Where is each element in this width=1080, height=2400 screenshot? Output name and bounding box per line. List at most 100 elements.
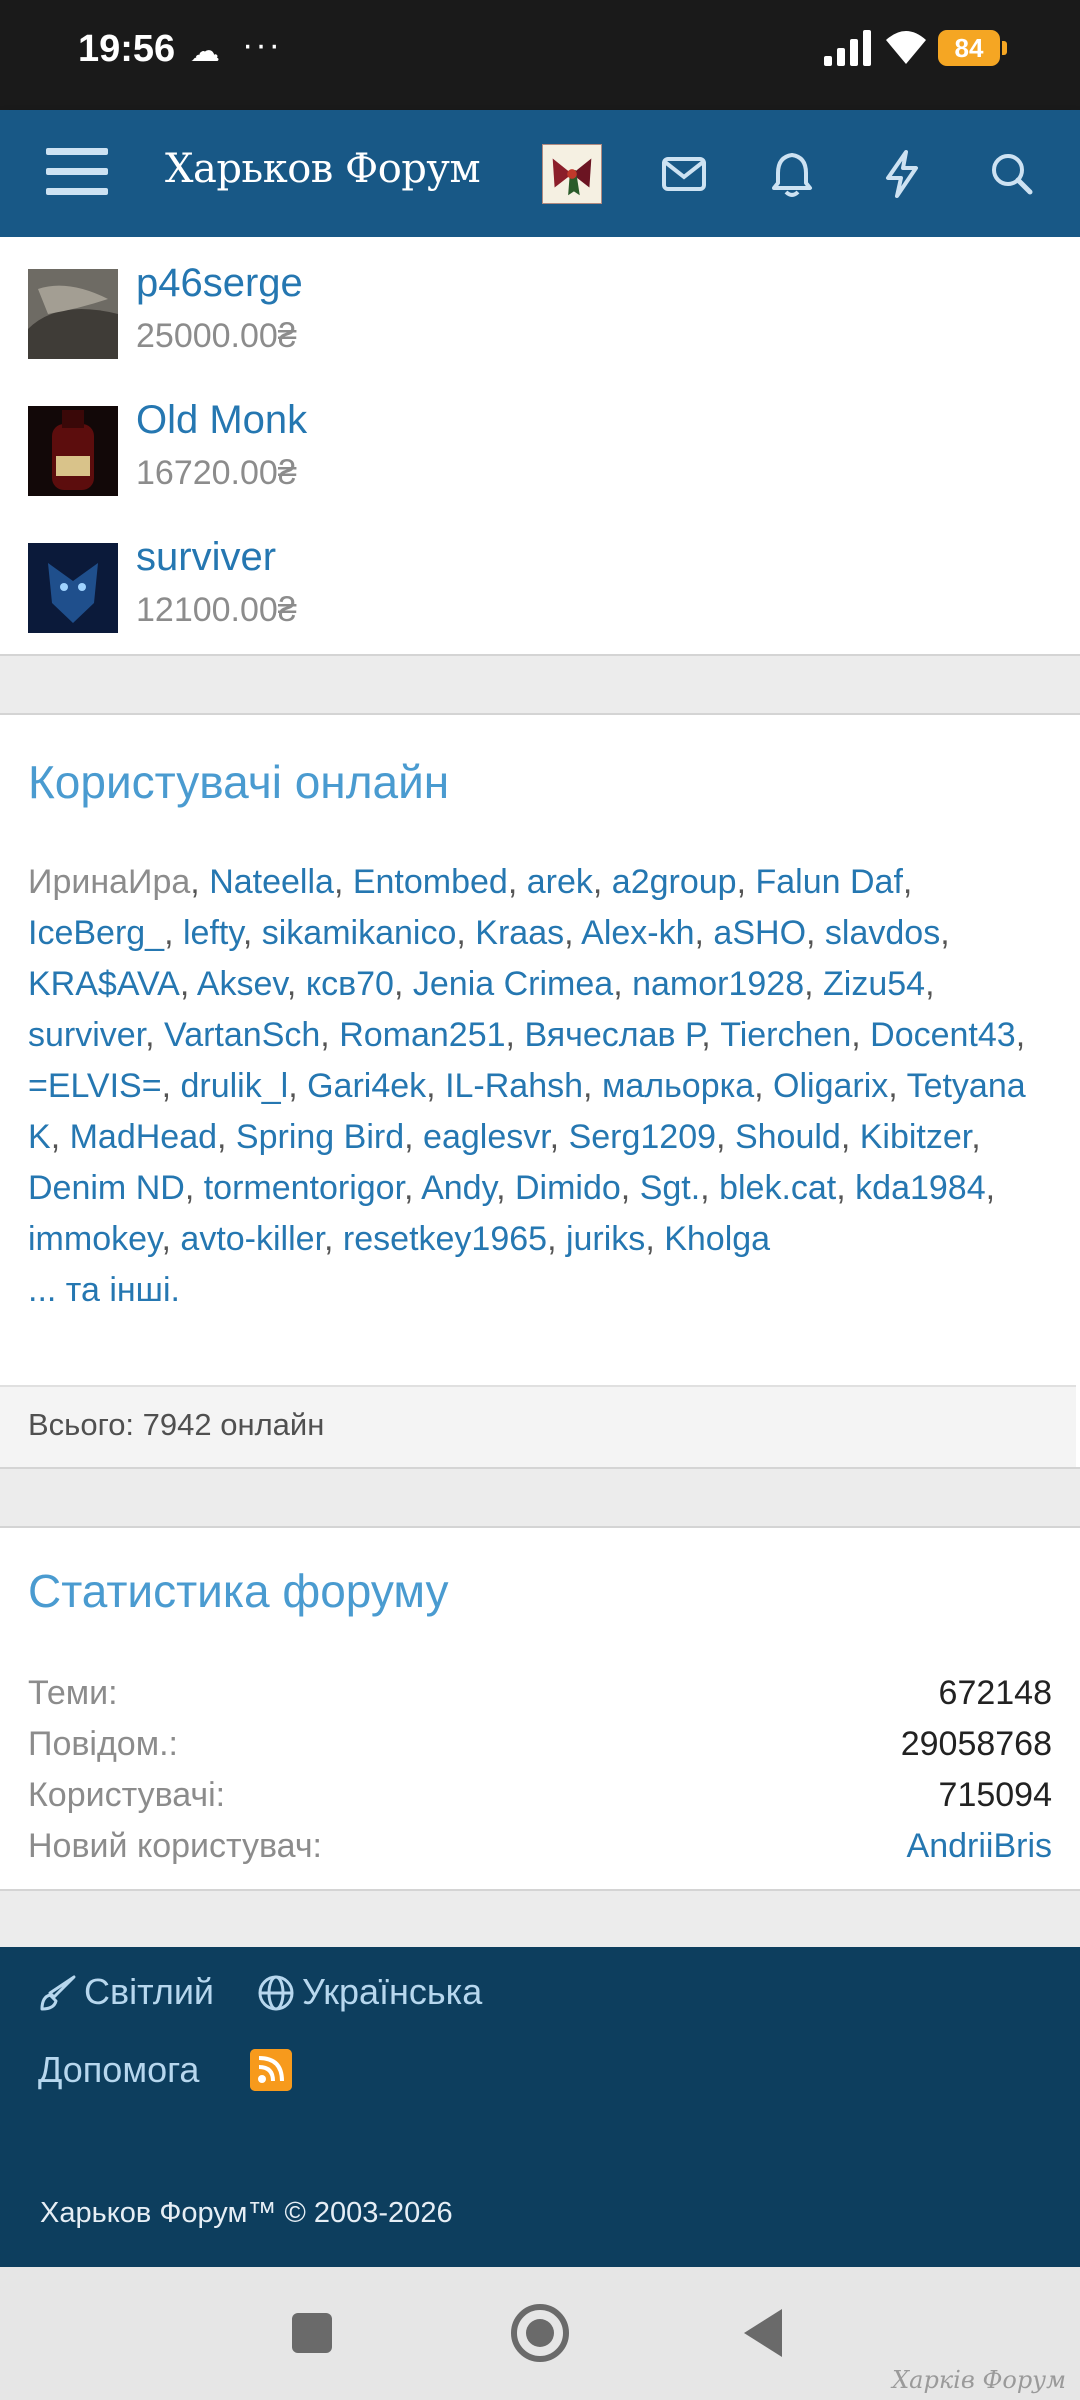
separator: , — [164, 914, 183, 952]
online-user-link[interactable]: aSHO — [713, 914, 806, 952]
rss-icon[interactable] — [250, 2049, 292, 2091]
separator: , — [50, 1118, 70, 1156]
stat-label: Повідом.: — [28, 1725, 178, 1763]
recent-apps-button[interactable] — [276, 2297, 348, 2369]
online-user-link[interactable]: Gari4ek — [307, 1067, 426, 1105]
help-link[interactable]: Допомога — [38, 2049, 199, 2091]
online-user-link[interactable]: Denim ND — [28, 1169, 185, 1207]
mail-icon[interactable] — [656, 146, 712, 202]
users-online-title[interactable]: Користувачі онлайн — [28, 755, 449, 809]
menu-icon[interactable] — [46, 148, 108, 200]
user-avatar[interactable] — [542, 144, 602, 204]
search-icon[interactable] — [984, 146, 1040, 202]
bell-icon[interactable] — [764, 146, 820, 202]
online-user-link[interactable]: lefty — [183, 914, 243, 952]
separator: , — [1015, 1016, 1026, 1054]
theme-switcher[interactable]: Світлий — [84, 1971, 214, 2013]
online-user-link[interactable]: Entombed — [353, 863, 508, 901]
member-name[interactable]: surviver — [136, 535, 276, 580]
separator: , — [496, 1169, 515, 1207]
online-user-link[interactable]: Kibitzer — [860, 1118, 972, 1156]
online-user-link[interactable]: Docent43 — [870, 1016, 1016, 1054]
separator: , — [940, 914, 950, 952]
online-user-link[interactable]: VartanSch — [164, 1016, 320, 1054]
avatar[interactable] — [28, 543, 118, 633]
separator: , — [716, 1118, 735, 1156]
separator: , — [324, 1220, 343, 1258]
separator: , — [190, 863, 210, 901]
more-users-link[interactable]: ... та інші. — [28, 1265, 1058, 1316]
online-user-link[interactable]: Dimido — [515, 1169, 621, 1207]
online-user-link[interactable]: namor1928 — [632, 965, 804, 1003]
online-user-link[interactable]: tormentorigor — [204, 1169, 404, 1207]
home-button[interactable] — [504, 2297, 576, 2369]
online-user-link[interactable]: Kholga — [664, 1220, 770, 1258]
online-user-link[interactable]: blek.cat — [719, 1169, 836, 1207]
separator: , — [404, 1118, 424, 1156]
member-name[interactable]: p46serge — [136, 261, 303, 306]
wifi-icon — [886, 31, 926, 64]
online-user-link[interactable]: =ELVIS= — [28, 1067, 162, 1105]
online-user-link[interactable]: Roman251 — [339, 1016, 505, 1054]
online-user-link[interactable]: avto-killer — [180, 1220, 324, 1258]
separator: , — [320, 1016, 340, 1054]
separator: , — [971, 1118, 981, 1156]
online-user-link[interactable]: Oligarix — [773, 1067, 888, 1105]
separator: , — [851, 1016, 871, 1054]
separator: , — [836, 1169, 856, 1207]
forum-logo[interactable]: Харьков Форум — [165, 146, 481, 192]
online-user-link[interactable]: Aksev — [197, 965, 287, 1003]
newest-user-link[interactable]: AndriiBris — [907, 1827, 1052, 1866]
online-user-link[interactable]: a2group — [612, 863, 737, 901]
online-user-link[interactable]: Nateella — [209, 863, 334, 901]
online-user-link[interactable]: Should — [735, 1118, 841, 1156]
online-user-link[interactable]: slavdos — [825, 914, 940, 952]
back-button[interactable] — [730, 2297, 802, 2369]
separator: , — [161, 1220, 181, 1258]
online-user-link[interactable]: arek — [527, 863, 593, 901]
language-switcher[interactable]: Українська — [302, 1971, 482, 2013]
separator: , — [592, 863, 612, 901]
online-user-link[interactable]: resetkey1965 — [343, 1220, 547, 1258]
lightning-icon[interactable] — [874, 146, 930, 202]
online-user-link[interactable]: Zizu54 — [823, 965, 925, 1003]
separator: , — [700, 1169, 720, 1207]
online-user-link[interactable]: surviver — [28, 1016, 145, 1054]
member-name[interactable]: Old Monk — [136, 398, 307, 443]
online-user-link[interactable]: drulik_l — [180, 1067, 288, 1105]
online-user-link[interactable]: Falun Daf — [755, 863, 902, 901]
online-user-link[interactable]: IL-Rahsh — [445, 1067, 583, 1105]
online-user-link[interactable]: kda1984 — [855, 1169, 985, 1207]
separator: , — [333, 863, 353, 901]
online-user-link[interactable]: Spring Bird — [236, 1118, 404, 1156]
online-user-link[interactable]: Sgt. — [640, 1169, 700, 1207]
online-user-link[interactable]: sikamikanico — [262, 914, 457, 952]
online-user-link[interactable]: ксв70 — [306, 965, 394, 1003]
avatar[interactable] — [28, 269, 118, 359]
separator: , — [547, 1220, 566, 1258]
online-user-link[interactable]: Jenia Crimea — [413, 965, 613, 1003]
online-user-link[interactable]: мальорка — [602, 1067, 754, 1105]
stat-row-newest-user: Новий користувач: AndriiBris — [28, 1827, 1052, 1877]
online-user-link[interactable]: IceBerg_ — [28, 914, 164, 952]
stat-row-threads: Теми: 672148 — [28, 1674, 1052, 1724]
online-user-link[interactable]: Alex-kh — [581, 914, 694, 952]
stat-row-users: Користувачі: 715094 — [28, 1776, 1052, 1826]
online-user-link[interactable]: Вячеслав Р — [524, 1016, 701, 1054]
online-user-link[interactable]: MadHead — [70, 1118, 217, 1156]
separator: , — [804, 965, 824, 1003]
online-user-link[interactable]: juriks — [566, 1220, 645, 1258]
online-user-link[interactable]: immokey — [28, 1220, 162, 1258]
separator: , — [217, 1118, 236, 1156]
online-user-link[interactable]: KRA$AVA — [28, 965, 180, 1003]
online-user-link[interactable]: eaglesvr — [423, 1118, 550, 1156]
online-user-link[interactable]: Tierchen — [720, 1016, 851, 1054]
separator: , — [507, 863, 527, 901]
online-user-link[interactable]: Andy — [421, 1169, 496, 1207]
avatar[interactable] — [28, 406, 118, 496]
online-user-link[interactable]: ИринаИра — [28, 863, 190, 901]
online-user-link[interactable]: Kraas — [475, 914, 564, 952]
forum-header: Харьков Форум — [0, 110, 1080, 237]
online-user-link[interactable]: Serg1209 — [569, 1118, 716, 1156]
separator: , — [613, 965, 633, 1003]
